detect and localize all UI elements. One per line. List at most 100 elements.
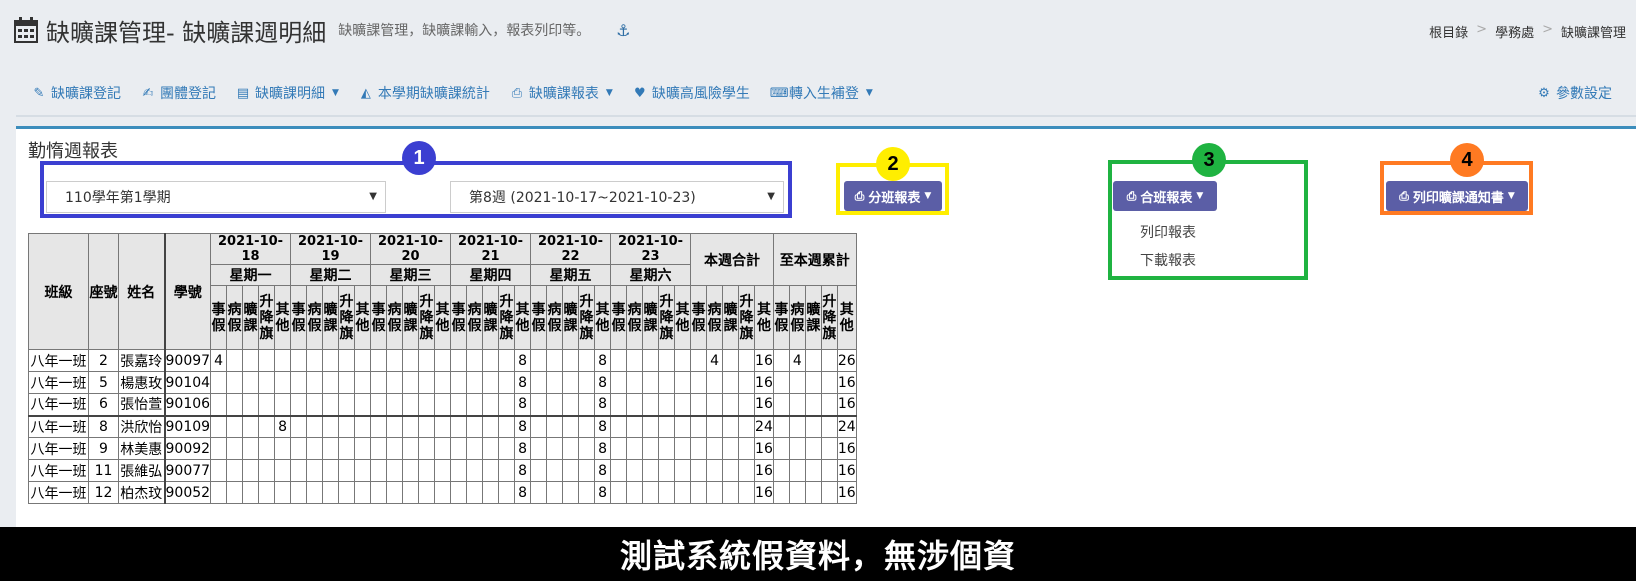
cell-cumulative — [772, 371, 790, 394]
col-category: 曠課 — [322, 285, 340, 350]
cell-student-id: 90104 — [163, 371, 212, 394]
step-badge-1: 1 — [402, 141, 436, 175]
cell-count — [306, 393, 324, 416]
class-report-button[interactable]: ⎙ 分班報表 ▼ — [844, 181, 942, 211]
printer-icon: ⎙ — [511, 85, 523, 101]
table-row: 八年一班 2 張嘉玲 90097 4 8 8 4 16 4 26 — [28, 349, 857, 372]
col-category: 病假 — [706, 285, 724, 350]
nav-item-statistics[interactable]: ◭ 本學期缺曠課統計 — [359, 83, 490, 103]
cell-count: 8 — [514, 481, 532, 504]
cell-week-total — [738, 414, 756, 438]
col-category: 其他 — [674, 285, 692, 350]
cell-count — [642, 481, 660, 504]
breadcrumb-current: 缺曠課管理 — [1560, 26, 1626, 41]
nav-divider — [16, 115, 1636, 117]
cell-count — [530, 481, 548, 504]
cell-count — [402, 437, 420, 460]
cell-count — [402, 371, 420, 394]
cell-week-total — [738, 437, 756, 460]
cell-count: 8 — [594, 459, 612, 482]
cell-week-total — [738, 349, 756, 372]
cell-count — [530, 371, 548, 394]
nav-item-transfer[interactable]: ⌨ 轉入生補登 ▼ — [770, 83, 873, 103]
cell-count — [434, 437, 452, 460]
step-badge-2: 2 — [876, 147, 910, 181]
printer-icon: ⎙ — [1126, 188, 1137, 203]
cell-count — [626, 371, 644, 394]
notice-print-button[interactable]: ⎙ 列印曠課通知書 ▼ — [1386, 181, 1528, 211]
col-seat: 座號 — [88, 233, 119, 350]
breadcrumb: 根目錄 > 學務處 > 缺曠課管理 — [1429, 22, 1626, 41]
combined-report-button[interactable]: ⎙ 合班報表 ▼ — [1113, 181, 1217, 211]
nav-label: 本學期缺曠課統計 — [377, 86, 490, 102]
nav-item-reports[interactable]: ⎙ 缺曠課報表 ▼ — [510, 83, 613, 103]
cell-week-total: 4 — [706, 349, 724, 372]
test-data-banner: 測試系統假資料，無涉個資 — [0, 527, 1636, 581]
cell-count — [402, 414, 420, 438]
cell-count — [386, 349, 404, 372]
menu-item-download[interactable]: 下載報表 — [1116, 247, 1236, 275]
col-student-id: 學號 — [163, 233, 212, 350]
cell-count — [546, 393, 564, 416]
cell-count — [290, 393, 308, 416]
cell-count — [386, 414, 404, 438]
cell-count — [322, 437, 340, 460]
cell-count — [498, 371, 516, 394]
cell-cumulative: 16 — [836, 393, 857, 416]
cell-count — [482, 371, 500, 394]
class-report-label: 分班報表 — [868, 190, 921, 206]
cell-count — [466, 459, 484, 482]
cell-count — [482, 393, 500, 416]
nav-item-register[interactable]: ✎ 缺曠課登記 — [32, 83, 121, 103]
cell-count: 8 — [514, 459, 532, 482]
cell-count — [290, 371, 308, 394]
cell-cumulative — [788, 437, 806, 460]
cell-count — [226, 437, 244, 460]
heartbeat-icon: ♥ — [634, 85, 646, 101]
cell-count — [242, 393, 260, 416]
breadcrumb-office[interactable]: 學務處 — [1495, 22, 1534, 41]
table-row: 八年一班 11 張維弘 90077 8 8 16 16 — [28, 459, 857, 482]
cell-count — [242, 349, 260, 372]
cell-count — [242, 437, 260, 460]
cell-cumulative — [804, 414, 822, 438]
menu-item-print[interactable]: 列印報表 — [1116, 219, 1236, 247]
nav-label: 轉入生補登 — [788, 86, 859, 102]
cell-cumulative — [788, 459, 806, 482]
cell-count — [482, 459, 500, 482]
cell-week-total: 16 — [754, 349, 774, 372]
cell-count — [546, 481, 564, 504]
cell-week-total — [722, 349, 740, 372]
breadcrumb-root[interactable]: 根目錄 — [1429, 22, 1468, 41]
cell-count — [354, 459, 372, 482]
nav-item-settings[interactable]: ⚙ 參數設定 — [1537, 83, 1612, 103]
anchor-icon[interactable]: ⚓ — [616, 21, 630, 40]
step-badge-4: 4 — [1450, 143, 1484, 177]
cell-count — [610, 437, 628, 460]
cell-week-total — [738, 393, 756, 416]
cell-count — [322, 371, 340, 394]
edit-icon: ✍ — [142, 85, 154, 101]
nav-item-details[interactable]: ▤ 缺曠課明細 ▼ — [236, 83, 339, 103]
cell-count — [562, 414, 580, 438]
cell-count — [290, 414, 308, 438]
cell-count — [386, 437, 404, 460]
cell-count — [450, 437, 468, 460]
semester-select[interactable]: 110學年第1學期 ▼ — [46, 181, 386, 213]
col-category: 升降旗 — [498, 285, 516, 350]
cell-count — [322, 481, 340, 504]
cell-count — [530, 437, 548, 460]
nav-item-group-register[interactable]: ✍ 團體登記 — [141, 83, 216, 103]
week-select[interactable]: 第8週 (2021-10-17~2021-10-23) ▼ — [450, 181, 784, 213]
cell-class: 八年一班 — [28, 393, 89, 416]
cell-count: 8 — [594, 371, 612, 394]
caret-down-icon: ▼ — [1196, 191, 1204, 201]
nav-item-high-risk[interactable]: ♥ 缺曠高風險學生 — [633, 83, 750, 103]
cell-student-id: 90097 — [163, 349, 212, 372]
cell-seat: 5 — [88, 371, 119, 394]
col-weekday: 星期六 — [610, 264, 692, 286]
printer-icon: ⎙ — [1399, 188, 1409, 203]
cell-week-total — [722, 393, 740, 416]
cell-count — [258, 481, 276, 504]
col-category: 升降旗 — [418, 285, 436, 350]
